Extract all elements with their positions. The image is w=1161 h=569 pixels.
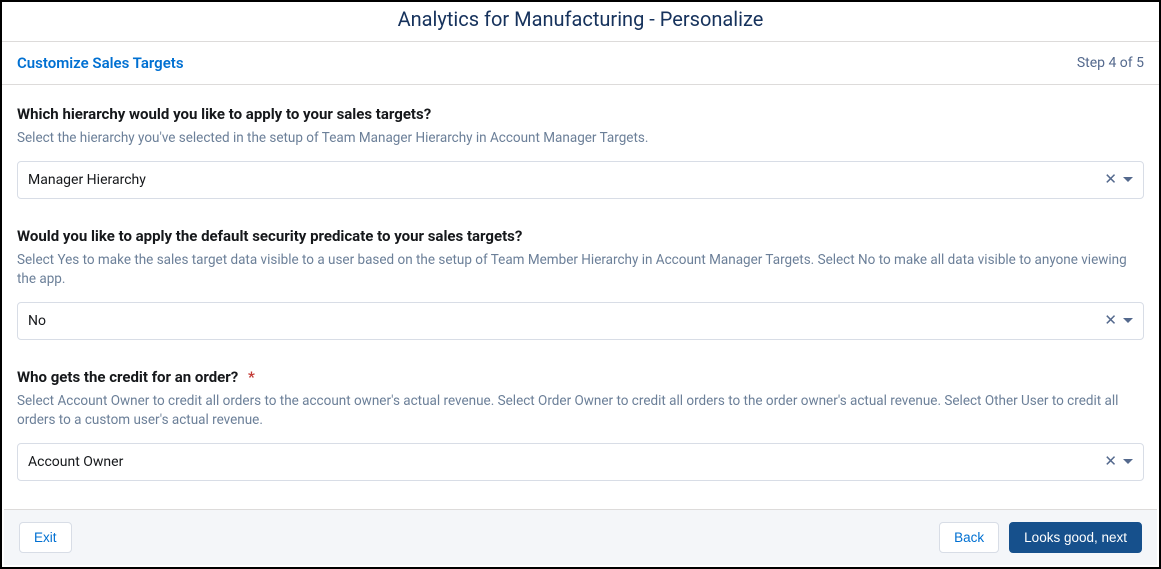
field-security-help: Select Yes to make the sales target data… <box>17 251 1144 290</box>
subheader-bar: Customize Sales Targets Step 4 of 5 <box>2 41 1159 85</box>
content-area: Which hierarchy would you like to apply … <box>2 85 1159 529</box>
clear-icon[interactable]: ✕ <box>1104 454 1117 469</box>
back-button[interactable]: Back <box>939 522 999 553</box>
field-hierarchy: Which hierarchy would you like to apply … <box>17 105 1144 199</box>
field-hierarchy-label: Which hierarchy would you like to apply … <box>17 105 1144 123</box>
field-security: Would you like to apply the default secu… <box>17 227 1144 340</box>
security-select-controls: ✕ <box>1104 313 1133 328</box>
chevron-down-icon[interactable] <box>1123 318 1133 323</box>
field-credit-label: Who gets the credit for an order? * <box>17 368 1144 386</box>
field-credit-label-text: Who gets the credit for an order? <box>17 368 238 386</box>
security-select[interactable]: No ✕ <box>17 302 1144 340</box>
field-credit-help: Select Account Owner to credit all order… <box>17 392 1144 431</box>
credit-select[interactable]: Account Owner ✕ <box>17 443 1144 481</box>
exit-button[interactable]: Exit <box>19 522 72 553</box>
footer-right-group: Back Looks good, next <box>939 522 1142 553</box>
hierarchy-select[interactable]: Manager Hierarchy ✕ <box>17 161 1144 199</box>
security-select-value: No <box>28 313 1104 329</box>
field-security-label: Would you like to apply the default secu… <box>17 227 1144 245</box>
hierarchy-select-value: Manager Hierarchy <box>28 172 1104 188</box>
clear-icon[interactable]: ✕ <box>1104 313 1117 328</box>
credit-select-controls: ✕ <box>1104 454 1133 469</box>
field-credit: Who gets the credit for an order? * Sele… <box>17 368 1144 481</box>
next-button[interactable]: Looks good, next <box>1009 522 1142 553</box>
clear-icon[interactable]: ✕ <box>1104 172 1117 187</box>
credit-select-value: Account Owner <box>28 454 1104 470</box>
chevron-down-icon[interactable] <box>1123 459 1133 464</box>
subheader-title: Customize Sales Targets <box>17 54 184 72</box>
hierarchy-select-controls: ✕ <box>1104 172 1133 187</box>
page-title: Analytics for Manufacturing - Personaliz… <box>2 2 1159 41</box>
field-hierarchy-help: Select the hierarchy you've selected in … <box>17 129 1144 149</box>
chevron-down-icon[interactable] <box>1123 177 1133 182</box>
required-indicator: * <box>248 368 255 386</box>
step-indicator: Step 4 of 5 <box>1077 55 1144 71</box>
footer-bar: Exit Back Looks good, next <box>4 509 1157 565</box>
